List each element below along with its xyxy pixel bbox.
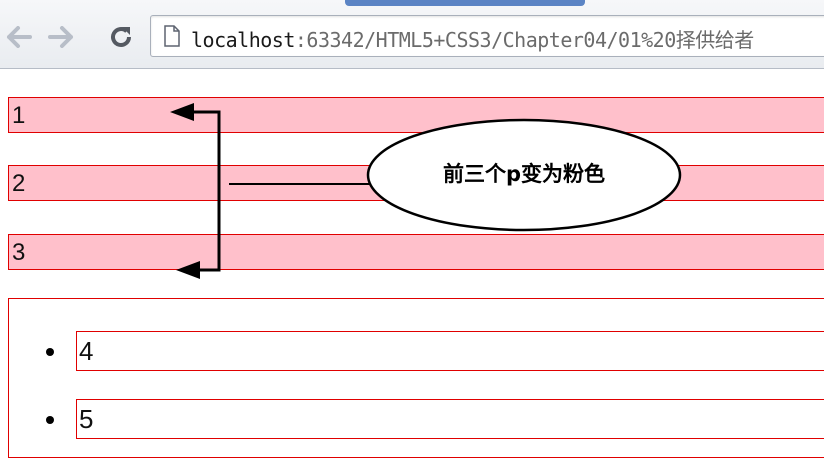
- address-bar[interactable]: localhost:63342/HTML5+CSS3/Chapter04/01%…: [150, 15, 824, 57]
- forward-button[interactable]: [46, 22, 76, 52]
- back-button[interactable]: [4, 22, 34, 52]
- list-item-text: 5: [79, 404, 94, 434]
- annotation-text: 前三个p变为粉色: [442, 162, 606, 186]
- url-text: localhost:63342/HTML5+CSS3/Chapter04/01%…: [191, 24, 754, 53]
- back-arrow-icon: [7, 26, 32, 48]
- paragraph-3: 3: [8, 234, 824, 270]
- list-item: 4: [76, 331, 824, 371]
- bullet-icon: [46, 348, 54, 356]
- bullet-icon: [46, 416, 54, 424]
- reload-icon: [111, 27, 131, 47]
- paragraph-text: 3: [12, 239, 26, 266]
- paragraph-1: 1: [8, 97, 824, 133]
- reload-button[interactable]: [106, 22, 136, 52]
- active-tab-edge[interactable]: [345, 0, 585, 6]
- list-item: 5: [76, 399, 824, 439]
- list-item-text: 4: [79, 336, 94, 366]
- paragraph-text: 2: [12, 170, 26, 197]
- browser-toolbar: localhost:63342/HTML5+CSS3/Chapter04/01%…: [0, 0, 824, 69]
- forward-arrow-icon: [48, 26, 73, 48]
- url-path: :63342/HTML5+CSS3/Chapter04/01%20择供给者: [294, 28, 754, 52]
- paragraph-text: 1: [12, 102, 26, 129]
- url-host: localhost: [191, 28, 295, 52]
- page-icon: [164, 25, 180, 47]
